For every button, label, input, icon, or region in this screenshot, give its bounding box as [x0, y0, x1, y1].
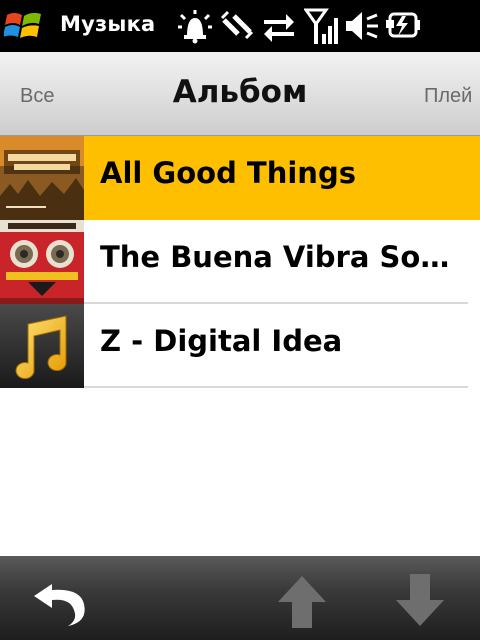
- album-title: The Buena Vibra So…: [100, 240, 450, 274]
- list-item-album[interactable]: All Good Things: [0, 136, 480, 220]
- up-arrow-icon[interactable]: [272, 570, 332, 630]
- down-arrow-icon[interactable]: [390, 570, 450, 630]
- list-item-album[interactable]: Z - Digital Idea: [0, 304, 480, 388]
- battery-charging-icon[interactable]: [384, 8, 422, 44]
- list-item-album[interactable]: The Buena Vibra So…: [0, 220, 480, 304]
- windows-start-icon[interactable]: [4, 7, 44, 45]
- music-note-icon: [0, 304, 84, 388]
- tab-playlists[interactable]: Плей: [424, 85, 472, 108]
- back-icon[interactable]: [30, 570, 90, 630]
- app-title[interactable]: Музыка: [60, 12, 155, 36]
- alarm-icon[interactable]: [178, 8, 212, 44]
- divider: [84, 386, 468, 388]
- volume-icon[interactable]: [344, 8, 380, 44]
- album-art-sidestepper: [0, 220, 84, 304]
- signal-strength-icon[interactable]: [304, 8, 338, 44]
- status-bar: Музыка: [0, 0, 480, 52]
- album-art-pacha-massive: [0, 136, 84, 220]
- data-transfer-icon[interactable]: [262, 8, 296, 44]
- album-list: All Good Things The Buena Vibra So… Z - …: [0, 136, 480, 388]
- sync-icon[interactable]: [220, 8, 256, 44]
- album-title: All Good Things: [100, 156, 356, 190]
- bottom-toolbar: [0, 556, 480, 640]
- album-title: Z - Digital Idea: [100, 324, 343, 358]
- tab-album[interactable]: Альбом: [0, 74, 480, 110]
- category-header: Все Альбом Плей: [0, 52, 480, 136]
